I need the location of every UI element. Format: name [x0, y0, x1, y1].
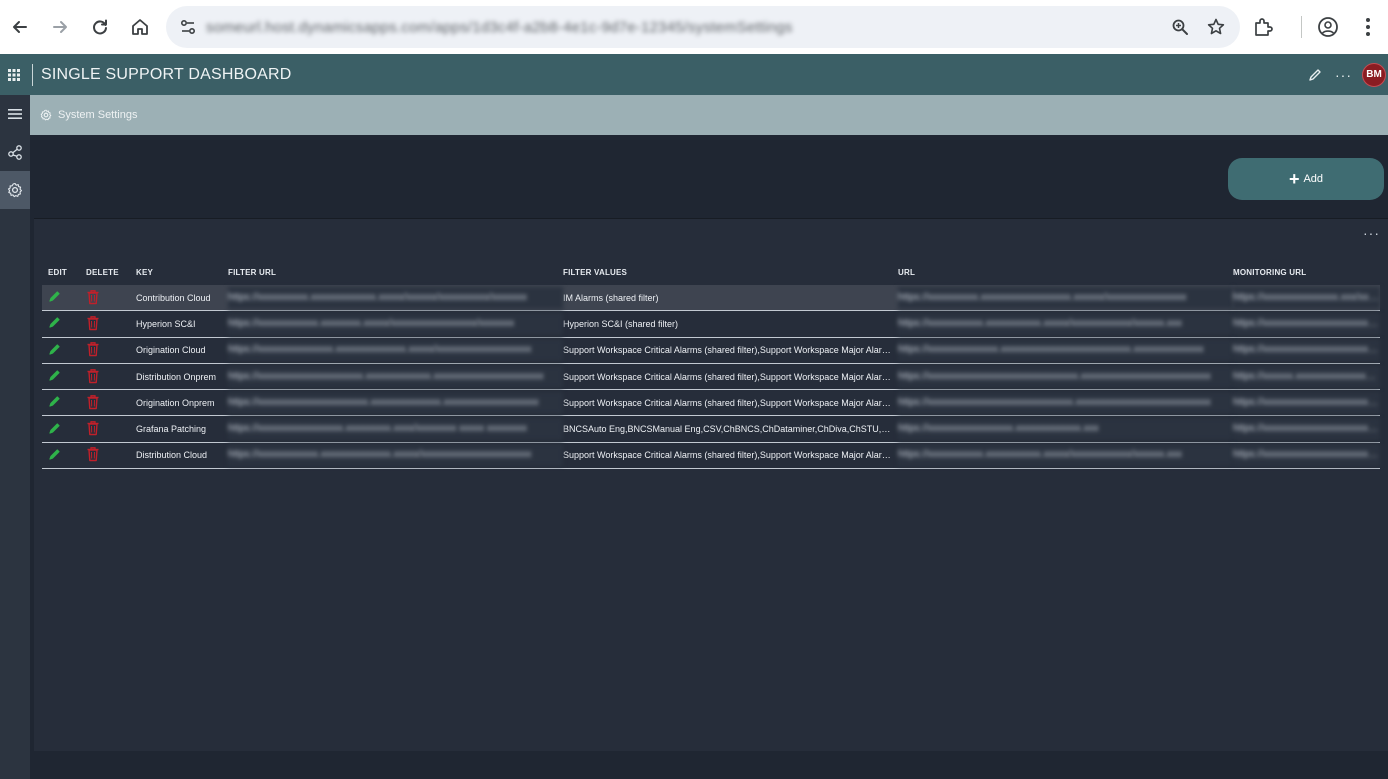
table-row[interactable]: Grafana Patching https://xxxxxxxxxxxxxxxx…	[42, 416, 1380, 443]
back-arrow-icon[interactable]	[0, 7, 40, 47]
cell-filter-values: IM Alarms (shared filter)	[563, 292, 659, 303]
cell-url: https://xxxxxxxxxxxxxxxxx.xxxxxxxxxxxxx.…	[898, 418, 1233, 441]
cell-key: Grafana Patching	[136, 424, 207, 435]
edit-pencil-icon[interactable]	[42, 369, 82, 384]
cell-filter-values: Support Workspace Critical Alarms (share…	[563, 345, 898, 356]
edit-pencil-icon[interactable]	[42, 290, 82, 305]
breadcrumb: System Settings	[30, 95, 1388, 135]
cell-url: https://xxxxxxxxxxxxxx.xxxxxxxxxxxxxxxxx…	[898, 339, 1233, 362]
address-url[interactable]: someurl.host.dynamicsapps.com/apps/1d3c4…	[206, 6, 1166, 48]
table-body: Contribution Cloud https://xxxxxxxxxx.xxx…	[42, 285, 1380, 470]
header-divider	[32, 63, 33, 86]
profile-icon[interactable]	[1308, 7, 1348, 47]
delete-trash-icon[interactable]	[82, 341, 136, 359]
cell-filter-values: BNCSAuto Eng,BNCSManual Eng,CSV,ChBNCS,C…	[563, 424, 898, 435]
cell-key: Hyperion SC&I	[136, 318, 196, 329]
plus-icon: +	[1288, 169, 1300, 189]
pencil-icon[interactable]	[1305, 68, 1325, 82]
cell-monitoring-url: https://xxxxxxxxxxxxxxxxxxxxxxxx.xxx	[1233, 339, 1380, 362]
delete-trash-icon[interactable]	[82, 315, 136, 333]
cell-url: https://xxxxxxxxxxx.xxxxxxxxxxx.xxxxx/xx…	[898, 444, 1233, 467]
edit-pencil-icon[interactable]	[42, 316, 82, 331]
cell-filter-url: https://xxxxxxxxxx.xxxxxxxxxxxxx.xxxxx/x…	[228, 286, 563, 309]
hamburger-menu-icon[interactable]	[0, 95, 30, 133]
edit-pencil-icon[interactable]	[42, 448, 82, 463]
site-info-icon[interactable]	[170, 18, 206, 36]
cell-monitoring-url: https://xxxxxxxxxxxxxxxxxxxxxxxxxxxx	[1233, 391, 1380, 414]
breadcrumb-label[interactable]: System Settings	[58, 109, 137, 121]
delete-trash-icon[interactable]	[82, 420, 136, 438]
table-row[interactable]: Origination Cloud https://xxxxxxxxxxxxxxx…	[42, 338, 1380, 364]
cell-filter-url: https://xxxxxxxxxxxxxxxxxxxxxx.xxxxxxxxx…	[228, 391, 563, 414]
edit-pencil-icon[interactable]	[42, 422, 82, 437]
column-header-filter-values[interactable]: FILTER VALUES	[563, 268, 898, 277]
toolbar-divider	[1301, 16, 1302, 38]
cell-filter-url: https://xxxxxxxxxxxxxxxxx.xxxxxxxxx.xxxx…	[228, 418, 563, 441]
cell-monitoring-url: https://xxxxxxxxxxxxxxxxxxxxxxxxxx	[1233, 444, 1380, 467]
home-icon[interactable]	[120, 7, 160, 47]
edit-pencil-icon[interactable]	[42, 395, 82, 410]
add-button[interactable]: + Add	[1228, 158, 1384, 200]
table-row[interactable]: Hyperion SC&I https://xxxxxxxxxxxx.xxxxxx…	[42, 311, 1380, 338]
cell-key: Origination Cloud	[136, 345, 206, 356]
column-header-filter-url[interactable]: FILTER URL	[228, 268, 563, 277]
table-header: EDIT DELETE KEY FILTER URL FILTER VALUES…	[42, 259, 1380, 285]
column-header-key[interactable]: KEY	[136, 268, 228, 277]
cell-filter-url: https://xxxxxxxxxxxxxxxxxxxxx.xxxxxxxxxx…	[228, 365, 563, 388]
cell-url: https://xxxxxxxxxxx.xxxxxxxxxxx.xxxxx/xx…	[898, 312, 1233, 335]
add-button-label: Add	[1303, 173, 1324, 185]
reload-icon[interactable]	[80, 7, 120, 47]
zoom-icon[interactable]	[1166, 13, 1194, 41]
address-bar[interactable]: someurl.host.dynamicsapps.com/apps/1d3c4…	[166, 6, 1240, 48]
grid-more-options-icon[interactable]: ···	[1363, 225, 1380, 241]
table-row[interactable]: Distribution Onprem https://xxxxxxxxxxxxx…	[42, 364, 1380, 391]
extensions-icon[interactable]	[1243, 7, 1283, 47]
settings-table: EDIT DELETE KEY FILTER URL FILTER VALUES…	[42, 259, 1380, 470]
cell-filter-values: Support Workspace Critical Alarms (share…	[563, 450, 898, 461]
app-title: SINGLE SUPPORT DASHBOARD	[41, 65, 292, 83]
app-launcher-icon[interactable]	[0, 68, 28, 81]
cell-filter-url: https://xxxxxxxxxxxxxxx.xxxxxxxxxxxxxx.x…	[228, 339, 563, 362]
table-row[interactable]: Contribution Cloud https://xxxxxxxxxx.xxx…	[42, 285, 1380, 312]
browser-toolbar: someurl.host.dynamicsapps.com/apps/1d3c4…	[0, 0, 1388, 54]
forward-arrow-icon[interactable]	[40, 7, 80, 47]
cell-key: Contribution Cloud	[136, 292, 211, 303]
settings-gear-icon	[40, 109, 52, 121]
cell-url: https://xxxxxxxxxxxxxxxxxxxxxxxxxxxxx.xx…	[898, 391, 1233, 414]
more-options-icon[interactable]: ···	[1335, 67, 1352, 83]
cell-key: Distribution Onprem	[136, 371, 217, 382]
settings-gear-icon[interactable]	[0, 171, 30, 209]
delete-trash-icon[interactable]	[82, 289, 136, 307]
bookmark-star-icon[interactable]	[1202, 13, 1230, 41]
delete-trash-icon[interactable]	[82, 368, 136, 386]
delete-trash-icon[interactable]	[82, 394, 136, 412]
cell-filter-url: https://xxxxxxxxxxxx.xxxxxxxx.xxxxx/xxxx…	[228, 312, 563, 335]
cell-filter-values: Support Workspace Critical Alarms (share…	[563, 371, 898, 382]
cell-monitoring-url: https://xxxxxxxxxxxxxxx.xxx/xxxxxx	[1233, 286, 1380, 309]
cell-filter-url: https://xxxxxxxxxxxx.xxxxxxxxxxxxxx.xxxx…	[228, 444, 563, 467]
app-header: SINGLE SUPPORT DASHBOARD ··· BM	[0, 54, 1388, 95]
cell-key: Distribution Cloud	[136, 450, 208, 461]
cell-filter-values: Support Workspace Critical Alarms (share…	[563, 397, 898, 408]
table-row[interactable]: Origination Onprem https://xxxxxxxxxxxxxx…	[42, 390, 1380, 417]
cell-monitoring-url: https://xxxxxxxxxxxxxxxxxxxxx.xxx	[1233, 312, 1380, 335]
settings-grid-panel: ··· EDIT DELETE KEY FILTER URL FILTER VA…	[34, 218, 1388, 751]
column-header-edit: EDIT	[48, 267, 68, 277]
cell-monitoring-url: https://xxxxxxxxxxxxxxxxxxxxxxxxxxxxxx	[1233, 418, 1380, 441]
table-row[interactable]: Distribution Cloud https://xxxxxxxxxxxx.x…	[42, 443, 1380, 470]
edit-pencil-icon[interactable]	[42, 343, 82, 358]
cell-key: Origination Onprem	[136, 397, 215, 408]
cell-url: https://xxxxxxxxxx.xxxxxxxxxxxxxxxxxx.xx…	[898, 286, 1233, 309]
left-rail	[0, 95, 30, 779]
cell-filter-values: Hyperion SC&I (shared filter)	[563, 318, 679, 329]
delete-trash-icon[interactable]	[82, 446, 136, 464]
column-header-monitoring-url[interactable]: MONITORING URL	[1233, 268, 1380, 277]
cell-url: https://xxxxxxxxxxxxxxxxxxxxxxxxxxxxxx.x…	[898, 365, 1233, 388]
column-header-url[interactable]: URL	[898, 268, 1233, 277]
column-header-delete: DELETE	[86, 267, 119, 277]
avatar[interactable]: BM	[1362, 62, 1386, 87]
kebab-menu-icon[interactable]	[1348, 7, 1388, 47]
cell-monitoring-url: https://xxxxxx.xxxxxxxxxxxxxxxxxxxxxx	[1233, 365, 1380, 388]
share-nodes-icon[interactable]	[0, 133, 30, 171]
